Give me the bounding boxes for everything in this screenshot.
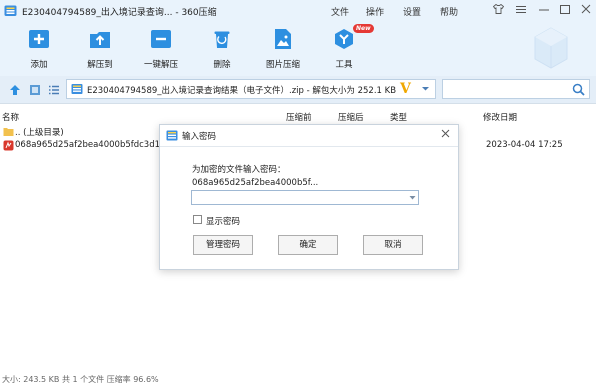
dialog-title-bar: 输入密码 [160, 125, 458, 147]
toolbar-extract-to-label: 解压到 [87, 60, 113, 70]
password-dropdown-icon[interactable] [409, 195, 416, 201]
file-list-header: 名称 压缩前 压缩后 类型 修改日期 [0, 110, 596, 124]
window-title: E230404794589_出入境记录查询... - 360压缩 [22, 8, 217, 18]
minimize-icon [539, 9, 549, 11]
main-toolbar: 添加 解压到 一键解压 删除 图片压缩 New 工具 [0, 22, 596, 76]
list-item-date: 2023-04-04 17:25 [486, 140, 563, 150]
toolbar-image-compress-label: 图片压缩 [265, 60, 300, 70]
toolbar-tools-button[interactable]: New 工具 [322, 24, 374, 70]
path-box[interactable]: E230404794589_出入境记录查询结果（电子文件）.zip - 解包大小… [66, 79, 436, 99]
archive-path: E230404794589_出入境记录查询结果（电子文件）.zip - 解包大小… [87, 86, 397, 96]
column-modified[interactable]: 修改日期 [483, 111, 517, 123]
path-dropdown-icon[interactable] [421, 84, 430, 93]
column-type[interactable]: 类型 [390, 111, 407, 123]
menu-settings[interactable]: 设置 [403, 5, 421, 18]
dialog-close-button[interactable] [438, 128, 452, 141]
maximize-icon [560, 5, 570, 14]
app-logo-icon [4, 5, 17, 16]
tools-icon [335, 29, 353, 49]
ok-button[interactable]: 确定 [278, 235, 338, 255]
toolbar-one-click-extract-label: 一键解压 [143, 60, 178, 70]
toolbar-tools-label: 工具 [335, 60, 353, 70]
cancel-button[interactable]: 取消 [363, 235, 423, 255]
close-icon [441, 129, 449, 138]
menu-file[interactable]: 文件 [331, 5, 349, 18]
menu-operate[interactable]: 操作 [366, 5, 384, 18]
menu-help[interactable]: 帮助 [440, 5, 458, 18]
column-compressed-after[interactable]: 压缩后 [338, 111, 364, 123]
status-bar: 大小: 243.5 KB 共 1 个文件 压缩率 96.6% [2, 375, 159, 384]
folder-icon [3, 128, 14, 136]
hamburger-icon [516, 6, 526, 13]
dialog-title: 输入密码 [182, 132, 217, 142]
add-icon [29, 30, 49, 48]
toolbar-delete-label: 删除 [213, 60, 231, 70]
manage-password-button[interactable]: 管理密码 [193, 235, 253, 255]
close-icon [581, 4, 591, 14]
list-view-icon[interactable] [47, 83, 61, 97]
password-dialog: 输入密码 为加密的文件输入密码： 068a965d25af2bea4000b5f… [159, 124, 459, 270]
list-item-name: .. (上级目录) [15, 128, 64, 138]
toolbar-image-compress-button[interactable]: 图片压缩 [261, 28, 305, 70]
show-password-checkbox[interactable] [193, 215, 202, 224]
toolbar-add-label: 添加 [30, 60, 48, 70]
skin-button[interactable] [489, 2, 507, 20]
one-click-extract-icon [151, 30, 171, 48]
delete-icon [214, 31, 230, 48]
show-password-label: 显示密码 [206, 217, 241, 227]
brand-cube-icon [534, 27, 568, 69]
minimize-button[interactable] [535, 2, 553, 20]
shirt-icon [492, 3, 504, 14]
extract-to-icon [90, 32, 110, 48]
up-arrow-icon[interactable] [8, 83, 22, 97]
new-badge: New [353, 24, 374, 33]
search-icon[interactable] [572, 83, 585, 96]
close-button[interactable] [577, 2, 595, 20]
toolbar-extract-to-button[interactable]: 解压到 [78, 28, 122, 70]
toolbar-delete-button[interactable]: 删除 [200, 28, 244, 70]
pdf-file-icon [3, 140, 14, 151]
title-bar: E230404794589_出入境记录查询... - 360压缩 文件 操作 设… [0, 0, 596, 22]
image-compress-icon [275, 29, 291, 49]
maximize-button[interactable] [556, 2, 574, 20]
toolbar-one-click-extract-button[interactable]: 一键解压 [139, 28, 183, 70]
column-name[interactable]: 名称 [2, 111, 19, 123]
menu-button[interactable] [512, 2, 530, 20]
list-item-name: 068a965d25af2bea4000b5fdc3d17c [15, 140, 171, 150]
dialog-archive-icon [166, 130, 178, 141]
encrypted-filename: 068a965d25af2bea4000b5f... [192, 178, 319, 188]
password-prompt: 为加密的文件输入密码： [192, 165, 286, 175]
column-compressed-before[interactable]: 压缩前 [286, 111, 312, 123]
toolbar-add-button[interactable]: 添加 [17, 28, 61, 70]
address-bar: E230404794589_出入境记录查询结果（电子文件）.zip - 解包大小… [0, 76, 596, 104]
v-logo-icon: V [400, 81, 411, 97]
zip-archive-icon [71, 84, 83, 94]
password-input[interactable] [191, 190, 419, 205]
thumbnail-view-icon[interactable] [28, 83, 42, 97]
search-input[interactable] [442, 79, 590, 99]
